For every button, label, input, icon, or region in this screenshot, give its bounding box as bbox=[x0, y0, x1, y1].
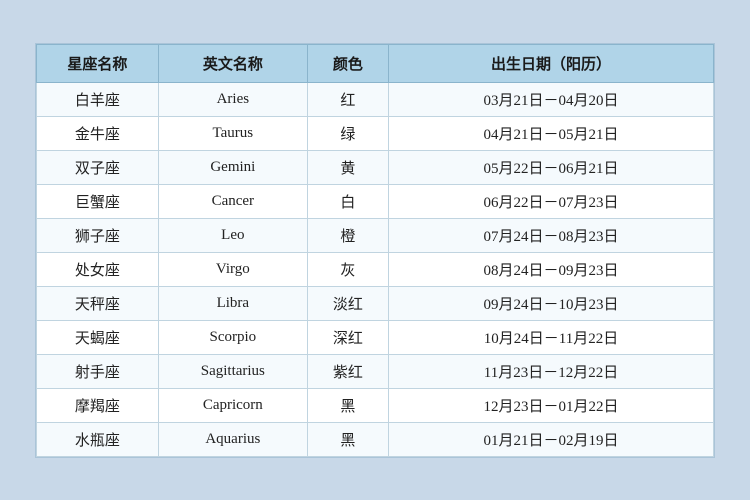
zodiac-table-container: 星座名称 英文名称 颜色 出生日期（阳历） 白羊座Aries红03月21日－04… bbox=[35, 43, 715, 458]
cell-zodiac-color: 黄 bbox=[307, 150, 388, 184]
cell-zodiac-color: 黑 bbox=[307, 388, 388, 422]
cell-zodiac-color: 绿 bbox=[307, 116, 388, 150]
cell-zodiac-name: 处女座 bbox=[37, 252, 159, 286]
table-row: 摩羯座Capricorn黑12月23日－01月22日 bbox=[37, 388, 714, 422]
header-en: 英文名称 bbox=[158, 44, 307, 82]
cell-zodiac-name: 双子座 bbox=[37, 150, 159, 184]
table-row: 天蝎座Scorpio深红10月24日－11月22日 bbox=[37, 320, 714, 354]
table-row: 处女座Virgo灰08月24日－09月23日 bbox=[37, 252, 714, 286]
table-body: 白羊座Aries红03月21日－04月20日金牛座Taurus绿04月21日－0… bbox=[37, 82, 714, 456]
cell-zodiac-name: 摩羯座 bbox=[37, 388, 159, 422]
cell-zodiac-en: Scorpio bbox=[158, 320, 307, 354]
header-date: 出生日期（阳历） bbox=[389, 44, 714, 82]
cell-zodiac-date: 11月23日－12月22日 bbox=[389, 354, 714, 388]
cell-zodiac-color: 淡红 bbox=[307, 286, 388, 320]
cell-zodiac-en: Aries bbox=[158, 82, 307, 116]
cell-zodiac-en: Leo bbox=[158, 218, 307, 252]
cell-zodiac-en: Virgo bbox=[158, 252, 307, 286]
cell-zodiac-name: 天蝎座 bbox=[37, 320, 159, 354]
table-row: 双子座Gemini黄05月22日－06月21日 bbox=[37, 150, 714, 184]
table-row: 射手座Sagittarius紫红11月23日－12月22日 bbox=[37, 354, 714, 388]
cell-zodiac-name: 天秤座 bbox=[37, 286, 159, 320]
cell-zodiac-color: 黑 bbox=[307, 422, 388, 456]
cell-zodiac-date: 10月24日－11月22日 bbox=[389, 320, 714, 354]
cell-zodiac-date: 07月24日－08月23日 bbox=[389, 218, 714, 252]
table-row: 巨蟹座Cancer白06月22日－07月23日 bbox=[37, 184, 714, 218]
cell-zodiac-name: 狮子座 bbox=[37, 218, 159, 252]
cell-zodiac-en: Aquarius bbox=[158, 422, 307, 456]
cell-zodiac-color: 橙 bbox=[307, 218, 388, 252]
cell-zodiac-en: Libra bbox=[158, 286, 307, 320]
header-name: 星座名称 bbox=[37, 44, 159, 82]
cell-zodiac-date: 09月24日－10月23日 bbox=[389, 286, 714, 320]
cell-zodiac-date: 12月23日－01月22日 bbox=[389, 388, 714, 422]
table-row: 白羊座Aries红03月21日－04月20日 bbox=[37, 82, 714, 116]
cell-zodiac-name: 巨蟹座 bbox=[37, 184, 159, 218]
cell-zodiac-date: 04月21日－05月21日 bbox=[389, 116, 714, 150]
cell-zodiac-name: 射手座 bbox=[37, 354, 159, 388]
cell-zodiac-date: 03月21日－04月20日 bbox=[389, 82, 714, 116]
cell-zodiac-name: 水瓶座 bbox=[37, 422, 159, 456]
cell-zodiac-color: 灰 bbox=[307, 252, 388, 286]
cell-zodiac-en: Cancer bbox=[158, 184, 307, 218]
header-color: 颜色 bbox=[307, 44, 388, 82]
table-row: 狮子座Leo橙07月24日－08月23日 bbox=[37, 218, 714, 252]
cell-zodiac-en: Sagittarius bbox=[158, 354, 307, 388]
cell-zodiac-date: 08月24日－09月23日 bbox=[389, 252, 714, 286]
cell-zodiac-color: 深红 bbox=[307, 320, 388, 354]
cell-zodiac-en: Gemini bbox=[158, 150, 307, 184]
cell-zodiac-en: Capricorn bbox=[158, 388, 307, 422]
zodiac-table: 星座名称 英文名称 颜色 出生日期（阳历） 白羊座Aries红03月21日－04… bbox=[36, 44, 714, 457]
table-row: 金牛座Taurus绿04月21日－05月21日 bbox=[37, 116, 714, 150]
table-header-row: 星座名称 英文名称 颜色 出生日期（阳历） bbox=[37, 44, 714, 82]
cell-zodiac-name: 白羊座 bbox=[37, 82, 159, 116]
cell-zodiac-color: 红 bbox=[307, 82, 388, 116]
cell-zodiac-date: 01月21日－02月19日 bbox=[389, 422, 714, 456]
cell-zodiac-date: 05月22日－06月21日 bbox=[389, 150, 714, 184]
cell-zodiac-name: 金牛座 bbox=[37, 116, 159, 150]
table-row: 天秤座Libra淡红09月24日－10月23日 bbox=[37, 286, 714, 320]
cell-zodiac-color: 紫红 bbox=[307, 354, 388, 388]
cell-zodiac-en: Taurus bbox=[158, 116, 307, 150]
cell-zodiac-date: 06月22日－07月23日 bbox=[389, 184, 714, 218]
table-row: 水瓶座Aquarius黑01月21日－02月19日 bbox=[37, 422, 714, 456]
cell-zodiac-color: 白 bbox=[307, 184, 388, 218]
